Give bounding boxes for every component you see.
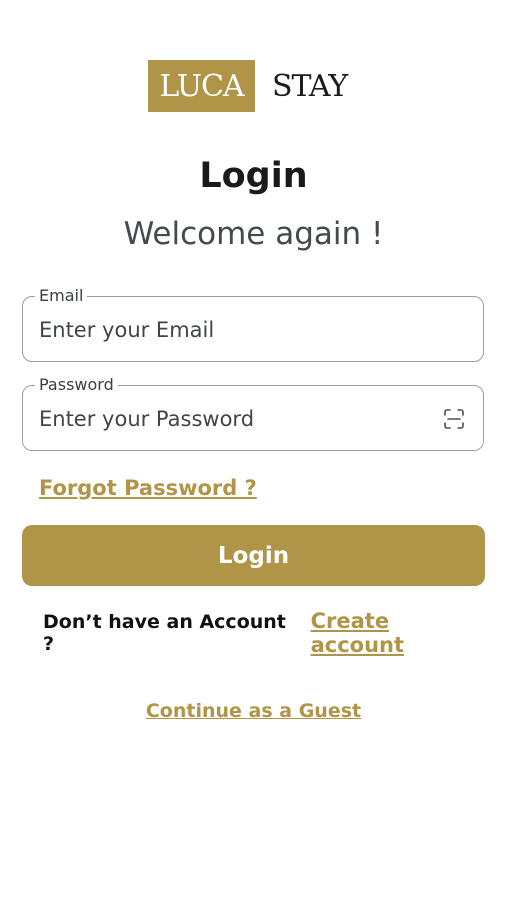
- email-input[interactable]: [39, 315, 439, 345]
- signup-row: Don’t have an Account ? Create account: [43, 609, 483, 657]
- continue-as-guest-link[interactable]: Continue as a Guest: [0, 700, 507, 722]
- email-field[interactable]: Email: [22, 287, 484, 362]
- logo-box: LUCA: [148, 60, 255, 112]
- forgot-password-link[interactable]: Forgot Password ?: [39, 476, 257, 500]
- welcome-subtitle: Welcome again !: [123, 216, 384, 252]
- signup-prompt: Don’t have an Account ?: [43, 611, 286, 655]
- page-title: Login: [199, 156, 308, 196]
- app-logo: LUCA STAY: [148, 60, 348, 112]
- password-label: Password: [35, 376, 118, 394]
- logo-text: STAY: [272, 68, 348, 104]
- password-input[interactable]: [39, 404, 439, 434]
- login-button[interactable]: Login: [22, 525, 485, 586]
- email-label: Email: [35, 287, 88, 305]
- eye-icon[interactable]: [443, 408, 465, 430]
- password-field[interactable]: Password: [22, 376, 484, 451]
- create-account-link[interactable]: Create account: [311, 609, 483, 657]
